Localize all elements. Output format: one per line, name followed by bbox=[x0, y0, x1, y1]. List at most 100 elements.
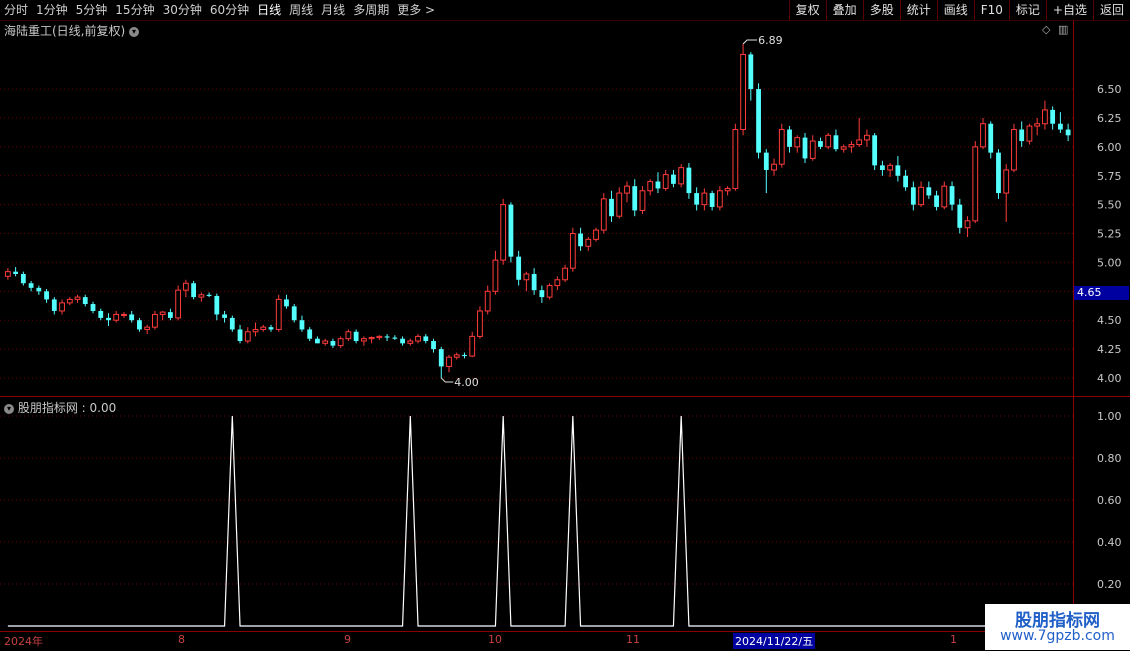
indicator-tick-label: 0.80 bbox=[1097, 452, 1122, 465]
candle-body bbox=[872, 135, 878, 166]
candle-body bbox=[848, 144, 855, 148]
candle-body bbox=[678, 167, 685, 185]
candle-body bbox=[446, 356, 452, 367]
candle-body bbox=[462, 354, 467, 357]
time-axis: 2024年 8 9 10 11 2024/11/22/五 1 bbox=[0, 631, 985, 651]
candle-body bbox=[307, 329, 313, 339]
candle-body bbox=[345, 331, 352, 340]
candle-body bbox=[1026, 125, 1033, 142]
candle-body bbox=[4, 271, 11, 277]
candle-body bbox=[392, 337, 398, 339]
candle-body bbox=[121, 313, 127, 316]
candle-body bbox=[910, 187, 916, 205]
candle-body bbox=[36, 287, 42, 292]
candle-body bbox=[662, 174, 669, 189]
y-tick-label: 4.25 bbox=[1097, 343, 1122, 356]
candle-body bbox=[453, 354, 460, 358]
y-tick-label: 6.00 bbox=[1097, 141, 1122, 154]
watermark-url: www.7gpzb.com bbox=[1000, 628, 1115, 644]
candle-body bbox=[353, 331, 359, 342]
candle-body bbox=[964, 220, 971, 229]
candle-body bbox=[1065, 129, 1071, 136]
kline-chart-canvas[interactable]: 4.004.254.504.755.005.255.505.756.006.25… bbox=[0, 0, 1130, 650]
candle-body bbox=[1019, 129, 1025, 142]
candle-body bbox=[632, 186, 638, 211]
candle-body bbox=[825, 134, 832, 148]
candle-body bbox=[879, 165, 885, 170]
x-label-oct: 10 bbox=[488, 633, 502, 646]
candle-body bbox=[182, 282, 189, 291]
candle-body bbox=[771, 163, 777, 171]
indicator-line bbox=[7, 415, 1069, 627]
candle-body bbox=[516, 256, 522, 280]
candle-body bbox=[229, 317, 235, 330]
candle-body bbox=[13, 271, 19, 274]
watermark: 股朋指标网 www.7gpzb.com bbox=[985, 604, 1130, 650]
candle-body bbox=[701, 192, 708, 206]
candle-body bbox=[484, 290, 491, 312]
candle-body bbox=[1042, 109, 1048, 125]
candle-body bbox=[600, 198, 607, 231]
candle-body bbox=[748, 54, 754, 90]
candle-body bbox=[360, 338, 367, 342]
candle-body bbox=[732, 129, 739, 189]
x-label-nov: 11 bbox=[626, 633, 640, 646]
candle-body bbox=[191, 283, 197, 298]
low-marker bbox=[440, 377, 454, 383]
y-tick-label: 5.25 bbox=[1097, 228, 1122, 241]
candle-body bbox=[28, 283, 34, 288]
candle-body bbox=[214, 295, 220, 315]
y-tick-label: 6.50 bbox=[1097, 83, 1122, 96]
candle-body bbox=[609, 198, 614, 217]
candle-body bbox=[1003, 169, 1010, 194]
candle-body bbox=[957, 204, 963, 228]
x-label-sep: 9 bbox=[344, 633, 351, 646]
candle-body bbox=[709, 193, 715, 207]
candle-body bbox=[887, 164, 894, 171]
candle-body bbox=[818, 141, 823, 147]
candle-body bbox=[593, 229, 599, 240]
indicator-pane-title: ▾ 股朋指标网 : 0.00 bbox=[4, 399, 116, 416]
candle-body bbox=[778, 129, 785, 165]
candle-body bbox=[260, 326, 267, 330]
candle-body bbox=[284, 299, 289, 307]
candle-body bbox=[934, 195, 939, 207]
candle-body bbox=[175, 289, 182, 319]
candle-body bbox=[137, 320, 142, 330]
x-label-aug: 8 bbox=[178, 633, 185, 646]
candle-body bbox=[315, 338, 320, 344]
candle-body bbox=[1034, 123, 1041, 127]
candle-body bbox=[763, 152, 769, 170]
candle-body bbox=[252, 328, 259, 333]
candle-body bbox=[66, 298, 73, 304]
candle-body bbox=[694, 193, 700, 205]
x-label-jan: 1 bbox=[950, 633, 957, 646]
candle-body bbox=[585, 238, 592, 247]
indicator-tick-label: 0.60 bbox=[1097, 494, 1122, 507]
pane-divider[interactable] bbox=[0, 396, 1130, 397]
current-price-tag: 4.65 bbox=[1074, 286, 1129, 300]
candle-body bbox=[400, 338, 405, 344]
candle-body bbox=[724, 187, 731, 192]
candle-body bbox=[275, 298, 282, 330]
candle-body bbox=[996, 152, 1001, 194]
candle-body bbox=[972, 146, 979, 222]
candle-body bbox=[113, 313, 120, 321]
candle-body bbox=[376, 335, 383, 339]
indicator-tick-label: 1.00 bbox=[1097, 410, 1122, 423]
candle-body bbox=[167, 312, 173, 318]
candle-body bbox=[562, 267, 568, 281]
candle-body bbox=[616, 192, 623, 217]
candle-body bbox=[222, 314, 227, 318]
candle-body bbox=[106, 317, 111, 321]
high-label: 6.89 bbox=[758, 34, 783, 47]
candle-body bbox=[539, 290, 545, 298]
indicator-tick-label: 0.40 bbox=[1097, 536, 1122, 549]
candle-body bbox=[554, 279, 561, 287]
candle-body bbox=[144, 326, 151, 330]
candle-body bbox=[856, 139, 863, 146]
candle-body bbox=[51, 299, 57, 311]
candle-body bbox=[237, 329, 243, 342]
chevron-down-icon[interactable]: ▾ bbox=[4, 403, 14, 414]
candle-body bbox=[1011, 129, 1017, 171]
